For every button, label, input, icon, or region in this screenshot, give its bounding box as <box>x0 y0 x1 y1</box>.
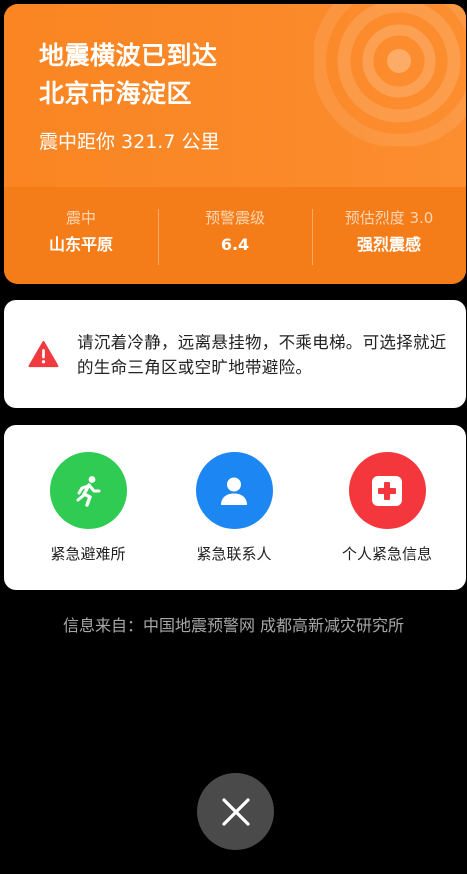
emergency-shelter-button[interactable]: 紧急避难所 <box>11 452 165 564</box>
stat-intensity: 预估烈度 3.0 强烈震感 <box>312 207 466 256</box>
stat-magnitude: 预警震级 6.4 <box>158 207 312 256</box>
stat-label: 预警震级 <box>204 209 265 227</box>
action-label: 紧急避难所 <box>50 545 126 563</box>
alert-title-line-1: 地震横波已到达 <box>39 41 218 70</box>
stat-value: 强烈震感 <box>356 235 421 254</box>
close-button[interactable] <box>197 773 274 850</box>
alert-title-line-2: 北京市海淀区 <box>39 79 193 108</box>
running-person-icon <box>76 475 101 507</box>
contacts-icon-circle <box>195 452 273 529</box>
contact-person-icon <box>221 477 247 505</box>
epicenter-distance: 震中距你 321.7 公里 <box>39 131 220 153</box>
stat-value: 6.4 <box>220 235 250 254</box>
safety-warning-card: 请沉着冷静，远离悬挂物，不乘电梯。可选择就近的生命三角区或空旷地带避险。 <box>4 300 466 408</box>
alert-title: 地震横波已到达 北京市海淀区 <box>39 37 218 113</box>
alert-header: 地震横波已到达 北京市海淀区 震中距你 321.7 公里 <box>4 4 466 187</box>
earthquake-alert-screen: 地震横波已到达 北京市海淀区 震中距你 321.7 公里 震中 山东平原 预警震… <box>0 0 467 874</box>
safety-warning-text: 请沉着冷静，远离悬挂物，不乘电梯。可选择就近的生命三角区或空旷地带避险。 <box>77 333 447 377</box>
personal-emergency-info-button[interactable]: 个人紧急信息 <box>310 452 464 564</box>
stat-value: 山东平原 <box>48 235 113 254</box>
medical-icon-circle <box>348 452 426 529</box>
close-icon <box>221 797 250 826</box>
stat-epicenter: 震中 山东平原 <box>4 207 158 256</box>
stat-label: 预估烈度 3.0 <box>344 209 434 227</box>
medical-cross-icon <box>372 475 402 506</box>
stat-label: 震中 <box>65 209 96 227</box>
alert-stats: 震中 山东平原 预警震级 6.4 预估烈度 3.0 强烈震感 <box>4 187 466 284</box>
emergency-contacts-button[interactable]: 紧急联系人 <box>157 452 311 564</box>
info-source: 信息来自：中国地震预警网 成都高新减灾研究所 <box>62 616 405 635</box>
seismic-waves-icon <box>314 4 466 146</box>
action-label: 个人紧急信息 <box>341 545 432 563</box>
action-label: 紧急联系人 <box>196 545 272 563</box>
earthquake-alert-card: 地震横波已到达 北京市海淀区 震中距你 321.7 公里 震中 山东平原 预警震… <box>4 4 466 284</box>
shelter-icon-circle <box>49 452 127 529</box>
emergency-actions-card: 紧急避难所 紧急联系人 个人紧急信息 <box>4 425 466 590</box>
warning-triangle-icon <box>28 340 59 368</box>
